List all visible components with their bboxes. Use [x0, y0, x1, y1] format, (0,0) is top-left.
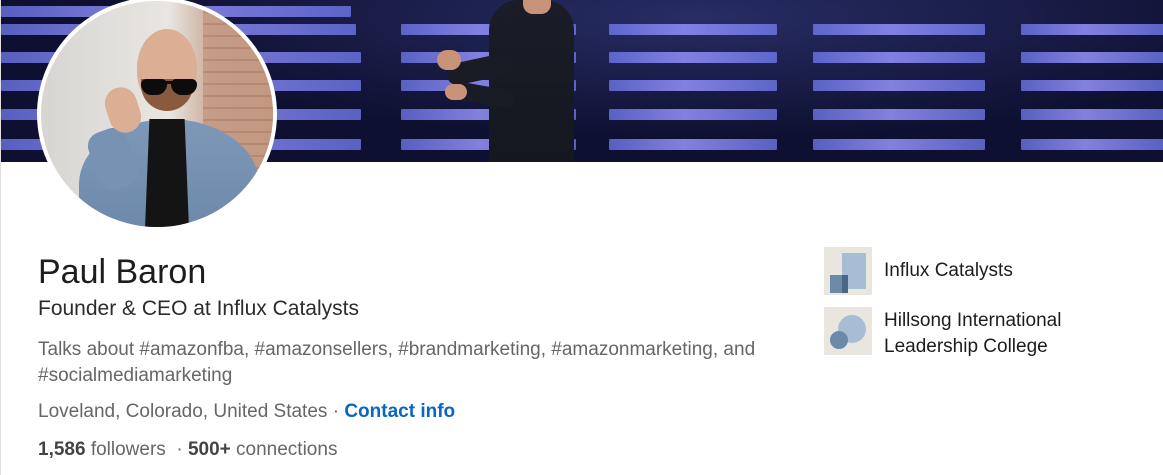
- company-logo-icon: [824, 247, 872, 295]
- network-stats-row: 1,586 followers · 500+ connections: [38, 437, 337, 463]
- education-school-link[interactable]: Hillsong International Leadership Colleg…: [824, 307, 1124, 360]
- profile-photo[interactable]: [37, 0, 277, 231]
- profile-card: Paul Baron Founder & CEO at Influx Catal…: [0, 0, 1163, 475]
- profile-headline: Founder & CEO at Influx Catalysts: [38, 297, 359, 320]
- school-name: Hillsong International Leadership Colleg…: [884, 310, 1062, 357]
- avatar: [41, 1, 273, 227]
- connections-separator: ·: [165, 439, 188, 460]
- profile-name: Paul Baron: [38, 253, 207, 291]
- talks-about-hashtags: Talks about #amazonfba, #amazonsellers, …: [38, 339, 756, 386]
- connections-label: connections: [230, 439, 338, 460]
- followers-label: followers: [85, 439, 166, 460]
- current-company-link[interactable]: Influx Catalysts: [824, 247, 1124, 295]
- company-name: Influx Catalysts: [884, 260, 1013, 281]
- connections-count: 500+: [187, 439, 231, 460]
- followers-link[interactable]: 1,586 followers: [38, 439, 166, 460]
- location-separator: ·: [327, 401, 345, 422]
- followers-count: 1,586: [38, 439, 86, 460]
- location-text: Loveland, Colorado, United States: [38, 401, 328, 422]
- connections-link[interactable]: 500+ connections: [188, 439, 337, 460]
- school-logo-icon: [824, 307, 872, 355]
- contact-info-link[interactable]: Contact info: [344, 401, 455, 422]
- location-row: Loveland, Colorado, United States · Cont…: [38, 399, 455, 425]
